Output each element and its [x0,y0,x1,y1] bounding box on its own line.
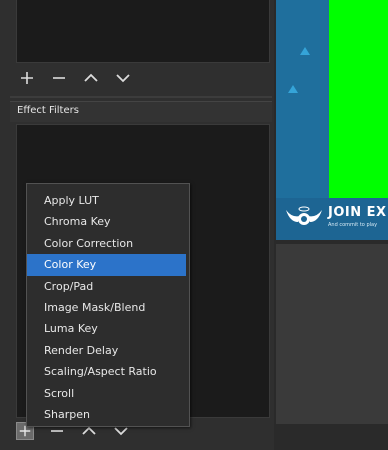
green-screen-area [329,0,388,198]
triangle-decoration-icon [288,85,298,93]
effect-filters-header: Effect Filters [10,101,272,122]
menu-item-chroma-key[interactable]: Chroma Key [27,211,189,232]
preview-lower-panel [276,244,388,424]
menu-item-render-delay[interactable]: Render Delay [27,340,189,361]
menu-item-scroll[interactable]: Scroll [27,383,189,404]
panel-divider [10,96,272,98]
menu-item-apply-lut[interactable]: Apply LUT [27,190,189,211]
banner-subtitle: And commit to play [328,222,378,228]
effect-filters-title: Effect Filters [17,105,79,116]
menu-item-color-correction[interactable]: Color Correction [27,233,189,254]
minus-icon[interactable] [50,69,68,87]
menu-item-image-mask-blend[interactable]: Image Mask/Blend [27,297,189,318]
chevron-down-icon[interactable] [114,69,132,87]
audio-video-filters-list[interactable] [16,0,270,63]
menu-item-sharpen[interactable]: Sharpen [27,404,189,425]
obs-filters-window: Effect Filters JOIN EX And commit to pla… [0,0,388,450]
add-filter-context-menu: Apply LUT Chroma Key Color Correction Co… [26,183,190,427]
menu-item-scaling-aspect-ratio[interactable]: Scaling/Aspect Ratio [27,361,189,382]
source-preview: JOIN EX And commit to play [276,0,388,240]
banner-title: JOIN EX [328,205,387,220]
preview-lower-area [276,240,388,450]
menu-item-crop-pad[interactable]: Crop/Pad [27,276,189,297]
preview-banner: JOIN EX And commit to play [276,198,388,240]
triangle-decoration-icon [300,47,310,55]
top-filters-toolbar [18,66,132,90]
winged-logo-icon [282,202,326,236]
menu-item-color-key[interactable]: Color Key [27,254,186,276]
plus-icon[interactable] [18,69,36,87]
menu-item-luma-key[interactable]: Luma Key [27,318,189,339]
chevron-up-icon[interactable] [82,69,100,87]
